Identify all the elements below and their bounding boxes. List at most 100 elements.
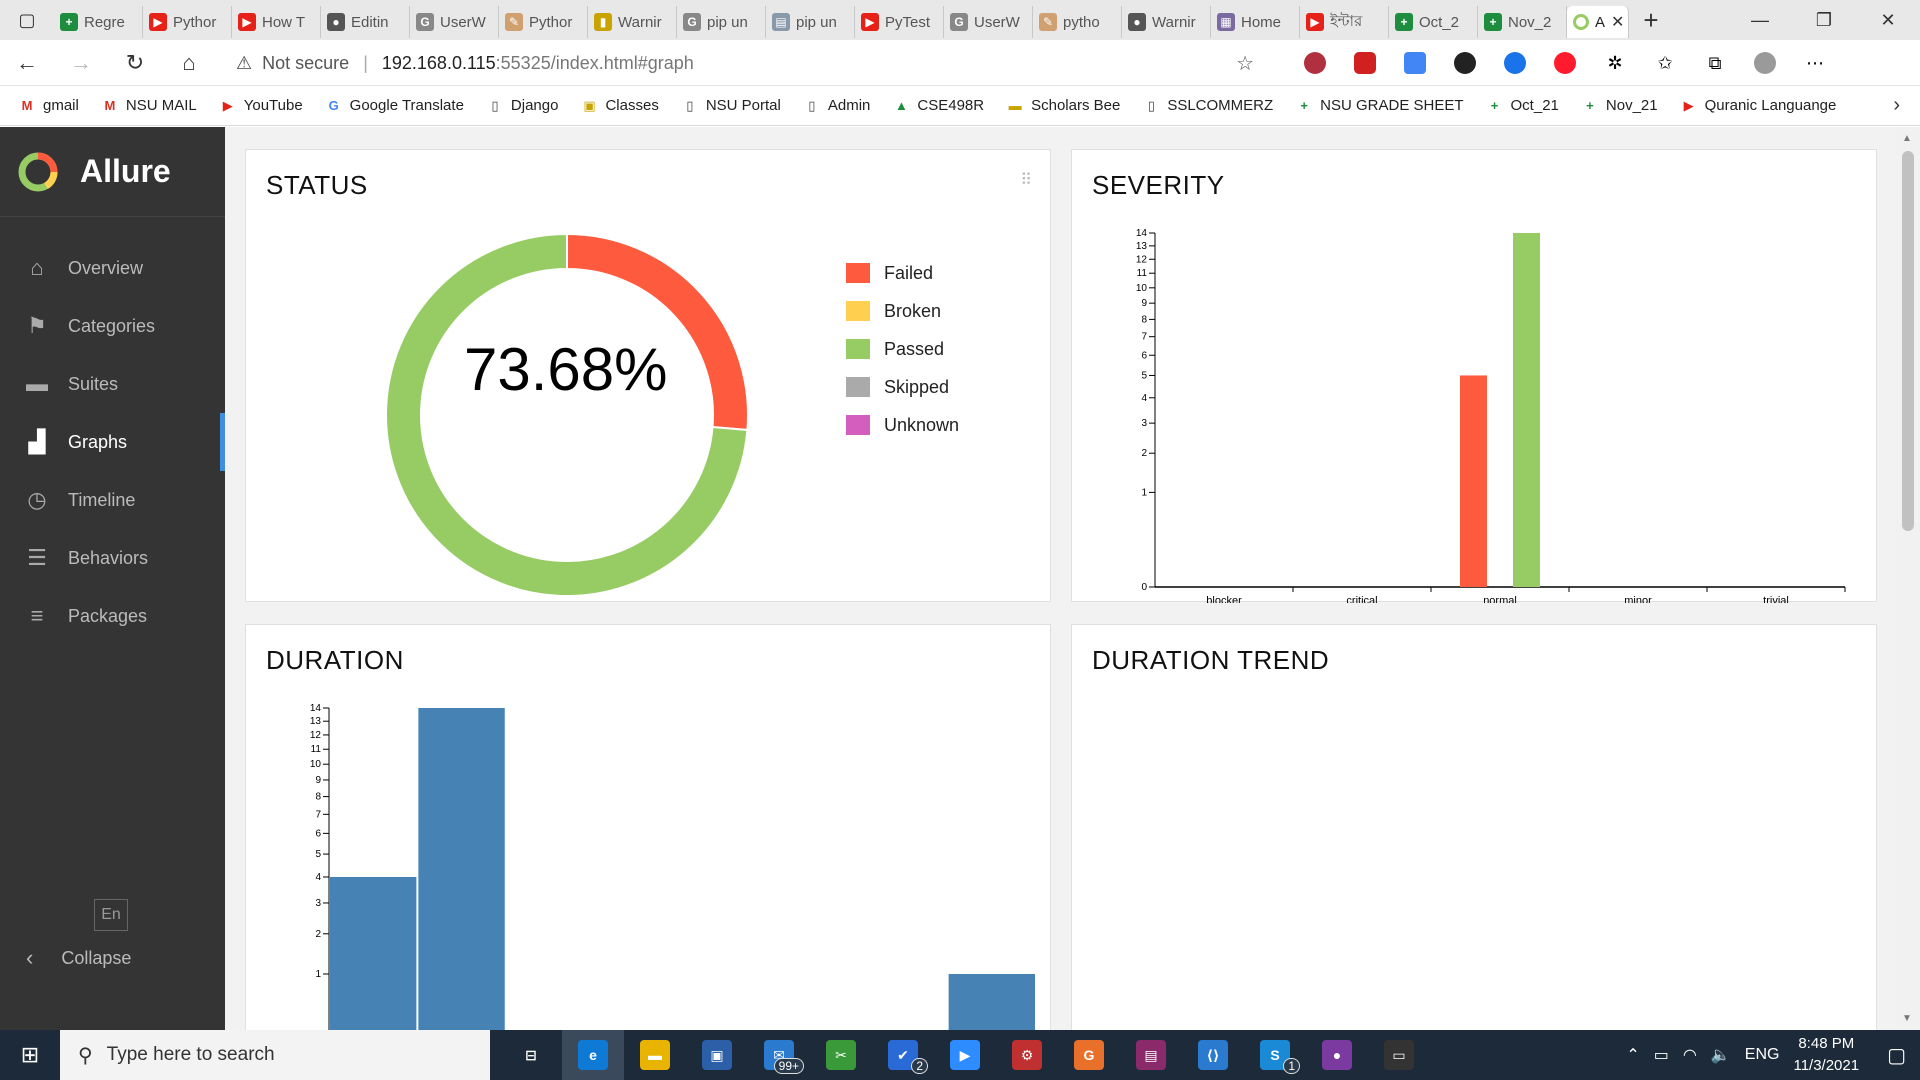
bookmark-scholars-bee[interactable]: ▬ Scholars Bee xyxy=(1006,97,1121,114)
terminal-taskbar-button[interactable]: ▭ xyxy=(1368,1030,1430,1080)
bookmark-quranic-languange[interactable]: ▶ Quranic Languange xyxy=(1680,97,1837,114)
bookmark-sslcommerz[interactable]: ▯ SSLCOMMERZ xyxy=(1142,97,1273,114)
restore-icon[interactable]: ❐ xyxy=(1792,0,1856,40)
bookmark-nsu-grade-sheet[interactable]: + NSU GRADE SHEET xyxy=(1295,97,1463,114)
collapse-button[interactable]: ‹ Collapse xyxy=(26,945,131,971)
taskbar-search[interactable]: ⚲ Type here to search xyxy=(60,1030,490,1080)
tab-7[interactable]: Gpip un xyxy=(677,6,766,38)
legend-item-unknown[interactable]: Unknown xyxy=(846,406,959,444)
forward-icon[interactable]: → xyxy=(54,50,108,76)
legend-item-failed[interactable]: Failed xyxy=(846,254,959,292)
bookmark-admin[interactable]: ▯ Admin xyxy=(803,97,870,114)
wifi-icon[interactable]: ◠ xyxy=(1683,1045,1697,1065)
bookmark-django[interactable]: ▯ Django xyxy=(486,97,558,114)
sidebar-item-categories[interactable]: ⚑ Categories xyxy=(0,297,225,355)
bookmark-cse498r[interactable]: ▲ CSE498R xyxy=(892,97,984,114)
tab-1[interactable]: ▶ Pythor xyxy=(143,6,232,38)
tab-11[interactable]: ✎ pytho xyxy=(1033,6,1122,38)
bookmark-nov-21[interactable]: + Nov_21 xyxy=(1581,97,1658,114)
tab-3[interactable]: ● Editin xyxy=(321,6,410,38)
close-tab-icon[interactable]: ✕ xyxy=(1611,12,1624,32)
tab-9[interactable]: ▶ PyTest xyxy=(855,6,944,38)
sidebar-item-packages[interactable]: ≡ Packages xyxy=(0,587,225,645)
more-menu-icon[interactable]: ⋯ xyxy=(1800,48,1830,78)
page-scrollbar[interactable]: ▲ ▼ xyxy=(1896,127,1920,1030)
powerpoint-taskbar-button[interactable]: G xyxy=(1058,1030,1120,1080)
scroll-down-icon[interactable]: ▼ xyxy=(1902,1013,1912,1024)
tab-10[interactable]: G UserW xyxy=(944,6,1033,38)
url-field[interactable]: ⚠ Not secure | 192.168.0.115 :55325/inde… xyxy=(236,46,1254,80)
battery-icon[interactable]: ▭ xyxy=(1654,1045,1669,1065)
volume-icon[interactable]: 🔈 xyxy=(1711,1045,1731,1065)
scrollbar-thumb[interactable] xyxy=(1902,151,1914,531)
file-explorer-taskbar-button[interactable]: ▬ xyxy=(624,1030,686,1080)
tab-0[interactable]: + Regre xyxy=(54,6,143,38)
duration-bin-7[interactable] xyxy=(948,973,1035,1030)
sidebar-item-overview[interactable]: ⌂ Overview xyxy=(0,239,225,297)
tab-2[interactable]: ▶ How T xyxy=(232,6,321,38)
legend-item-passed[interactable]: Passed xyxy=(846,330,959,368)
vscode-taskbar-button[interactable]: ⟨⟩ xyxy=(1182,1030,1244,1080)
bar-normal-passed[interactable] xyxy=(1513,233,1540,587)
edge-taskbar-button[interactable]: e xyxy=(562,1030,624,1080)
collections-icon[interactable]: ⧉ xyxy=(1700,48,1730,78)
tab-6[interactable]: ▮ Warnir xyxy=(588,6,677,38)
tab-5[interactable]: ✎ Pythor xyxy=(499,6,588,38)
git-tool-taskbar-button[interactable]: ⚙ xyxy=(996,1030,1058,1080)
opera-icon[interactable] xyxy=(1550,48,1580,78)
tab-actions-icon[interactable]: ▢ xyxy=(0,0,54,40)
duration-bin-1[interactable] xyxy=(418,708,505,1030)
input-language[interactable]: ENG xyxy=(1745,1046,1780,1064)
winrar-taskbar-button[interactable]: ▤ xyxy=(1120,1030,1182,1080)
chevron-right-icon[interactable]: › xyxy=(1893,94,1900,117)
add-favorite-icon[interactable]: ☆ xyxy=(1236,51,1254,76)
todo-taskbar-button[interactable]: ✔ 2 xyxy=(872,1030,934,1080)
tab-15[interactable]: + Oct_2 xyxy=(1389,6,1478,38)
windows-start-icon[interactable]: ⊞ xyxy=(0,1030,60,1080)
refresh-icon[interactable]: ↻ xyxy=(108,50,162,76)
minimize-icon[interactable]: — xyxy=(1728,0,1792,40)
tab-8[interactable]: ▤ pip un xyxy=(766,6,855,38)
tab-13[interactable]: ▦ Home xyxy=(1211,6,1300,38)
mail-taskbar-button[interactable]: ✉ 99+ xyxy=(748,1030,810,1080)
notifications-icon[interactable]: ▢ xyxy=(1887,1043,1906,1068)
back-icon[interactable]: ← xyxy=(0,50,54,76)
github-taskbar-button[interactable]: ● xyxy=(1306,1030,1368,1080)
brand[interactable]: Allure xyxy=(0,127,225,217)
profile-avatar[interactable] xyxy=(1750,48,1780,78)
new-tab-button[interactable]: + xyxy=(1629,5,1673,36)
legend-item-broken[interactable]: Broken xyxy=(846,292,959,330)
tab-16[interactable]: + Nov_2 xyxy=(1478,6,1567,38)
translate-icon[interactable] xyxy=(1400,48,1430,78)
tab-12[interactable]: ● Warnir xyxy=(1122,6,1211,38)
scroll-up-icon[interactable]: ▲ xyxy=(1902,133,1912,144)
extensions-puzzle-icon[interactable]: ✲ xyxy=(1600,48,1630,78)
bar-normal-failed[interactable] xyxy=(1460,375,1487,587)
sidebar-item-graphs[interactable]: ▟ Graphs xyxy=(0,413,225,471)
extension-1-icon[interactable] xyxy=(1300,48,1330,78)
chevron-up-icon[interactable]: ⌃ xyxy=(1626,1045,1639,1065)
bookmark-google-translate[interactable]: G Google Translate xyxy=(325,97,464,114)
bookmark-classes[interactable]: ▣ Classes xyxy=(580,97,659,114)
language-button[interactable]: En xyxy=(94,899,128,931)
sidebar-item-timeline[interactable]: ◷ Timeline xyxy=(0,471,225,529)
tab-4[interactable]: G UserW xyxy=(410,6,499,38)
snip-taskbar-button[interactable]: ✂ xyxy=(810,1030,872,1080)
favorites-icon[interactable]: ✩ xyxy=(1650,48,1680,78)
home-icon[interactable]: ⌂ xyxy=(162,50,216,76)
sidebar-item-suites[interactable]: ▬ Suites xyxy=(0,355,225,413)
bookmark-nsu-mail[interactable]: M NSU MAIL xyxy=(101,97,196,114)
store-taskbar-button[interactable]: ▣ xyxy=(686,1030,748,1080)
tab-allure-active[interactable]: A ✕ xyxy=(1567,6,1629,38)
extension-5-icon[interactable] xyxy=(1500,48,1530,78)
skype-taskbar-button[interactable]: S1 xyxy=(1244,1030,1306,1080)
duration-bin-0[interactable] xyxy=(330,876,417,1030)
bookmark-nsu-portal[interactable]: ▯ NSU Portal xyxy=(681,97,781,114)
tab-14[interactable]: ▶ ইন্টার xyxy=(1300,6,1389,38)
task-view-taskbar-button[interactable]: ⊟ xyxy=(500,1030,562,1080)
close-window-icon[interactable]: ✕ xyxy=(1856,0,1920,40)
extension-4-icon[interactable] xyxy=(1450,48,1480,78)
bookmark-oct-21[interactable]: + Oct_21 xyxy=(1486,97,1559,114)
sidebar-item-behaviors[interactable]: ☰ Behaviors xyxy=(0,529,225,587)
zoom-taskbar-button[interactable]: ▶ xyxy=(934,1030,996,1080)
